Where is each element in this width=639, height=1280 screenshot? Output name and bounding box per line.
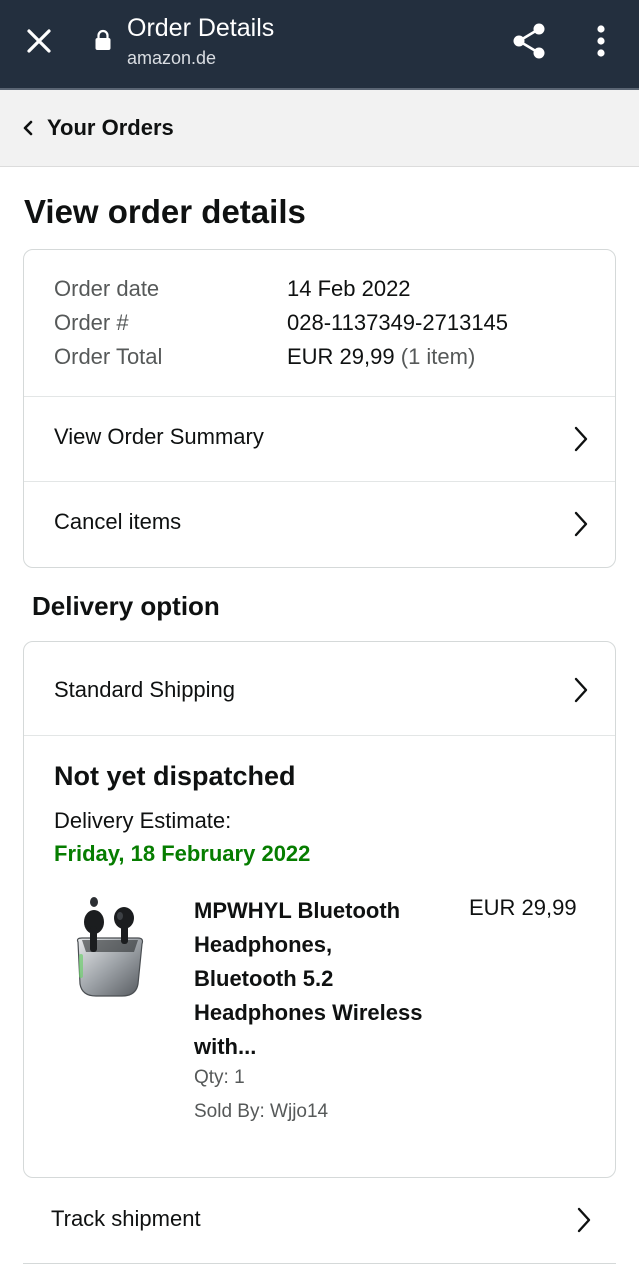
order-item-count: (1 item) <box>400 344 476 369</box>
product-name-link[interactable]: MPWHYL Bluetooth Headphones, Bluetooth 5… <box>194 894 464 1064</box>
page-title: View order details <box>24 193 306 230</box>
divider <box>24 735 615 736</box>
delivery-estimate-label: Delivery Estimate: <box>54 808 232 833</box>
product-name-line: Headphones Wireless <box>194 1000 423 1025</box>
track-shipment-link[interactable]: Track shipment <box>23 1178 616 1264</box>
chevron-right-icon <box>577 1207 591 1233</box>
product-name-line: with... <box>194 1034 257 1059</box>
more-vertical-icon[interactable] <box>588 22 614 60</box>
share-icon[interactable] <box>511 22 547 60</box>
view-order-summary-link[interactable]: View Order Summary <box>24 397 615 481</box>
delivery-card: Standard Shipping Not yet dispatched Del… <box>23 641 616 1178</box>
cancel-items-label: Cancel items <box>54 509 182 534</box>
browser-page-title: Order Details <box>127 14 275 42</box>
order-date-value: 14 Feb 2022 <box>287 276 411 301</box>
delivery-estimate-date: Friday, 18 February 2022 <box>54 841 311 866</box>
order-date-label: Order date <box>54 276 160 301</box>
chevron-right-icon <box>574 426 588 452</box>
chevron-right-icon <box>574 511 588 537</box>
breadcrumb-your-orders[interactable]: Your Orders <box>0 90 639 167</box>
product-name-line: Bluetooth 5.2 <box>194 966 334 991</box>
product-price: EUR 29,99 <box>469 895 577 920</box>
browser-domain: amazon.de <box>127 48 217 68</box>
close-icon[interactable] <box>24 26 54 56</box>
product-sold-by: Sold By: Wjjo14 <box>194 1101 329 1122</box>
order-total-label: Order Total <box>54 344 163 369</box>
browser-top-bar: Order Details amazon.de <box>0 0 639 88</box>
product-name-line: MPWHYL Bluetooth <box>194 898 401 923</box>
shipment-status: Not yet dispatched <box>54 761 296 791</box>
chevron-left-icon <box>23 120 33 136</box>
view-order-summary-label: View Order Summary <box>54 424 264 449</box>
product-quantity: Qty: 1 <box>194 1067 245 1088</box>
shipping-method-label: Standard Shipping <box>54 677 236 702</box>
order-total-row: Order Total EUR 29,99 (1 item) <box>54 343 475 371</box>
product-name-line: Headphones, <box>194 932 333 957</box>
order-number-value: 028-1137349-2713145 <box>287 310 509 335</box>
order-number-row: Order # 028-1137349-2713145 <box>54 309 508 337</box>
order-date-row: Order date 14 Feb 2022 <box>54 275 411 303</box>
breadcrumb-label: Your Orders <box>47 115 174 140</box>
delivery-option-heading: Delivery option <box>32 591 220 621</box>
standard-shipping-link[interactable]: Standard Shipping <box>24 646 615 734</box>
track-shipment-label: Track shipment <box>51 1206 201 1231</box>
order-total-value: EUR 29,99 <box>287 344 395 369</box>
lock-icon <box>95 29 111 50</box>
product-image[interactable] <box>72 892 148 1000</box>
order-info-card: Order date 14 Feb 2022 Order # 028-11373… <box>23 249 616 568</box>
chevron-right-icon <box>574 677 588 703</box>
cancel-items-link[interactable]: Cancel items <box>24 482 615 566</box>
order-number-label: Order # <box>54 310 129 335</box>
order-total-value-group: EUR 29,99 (1 item) <box>287 343 475 371</box>
